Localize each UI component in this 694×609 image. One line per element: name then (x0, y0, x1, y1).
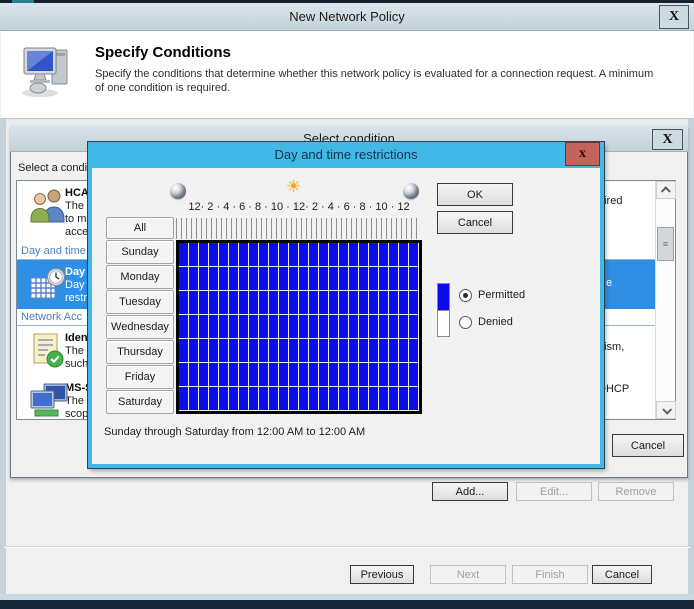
day-button-wednesday[interactable]: Wednesday (106, 315, 174, 339)
window-border-left (0, 118, 6, 600)
day-button-monday[interactable]: Monday (106, 265, 174, 289)
chevron-down-icon (661, 404, 672, 415)
page-description-line2: of one condition is required. (95, 82, 231, 94)
denied-radio-label: Denied (478, 316, 513, 328)
scrollbar-thumb[interactable]: ≡ (657, 227, 674, 261)
denied-radio[interactable] (459, 316, 472, 329)
day-button-saturday[interactable]: Saturday (106, 390, 174, 414)
wizard-close-button[interactable]: X (659, 5, 689, 29)
users-icon (29, 186, 67, 226)
schedule-status-text: Sunday through Saturday from 12:00 AM to… (104, 426, 366, 438)
select-condition-instruction: Select a condit (18, 162, 91, 174)
scroll-up-button[interactable] (656, 181, 676, 199)
permitted-radio-label: Permitted (478, 289, 526, 301)
screen: New Network Policy X Specify Conditions … (0, 0, 694, 609)
page-description-line1: Specify the conditions that determine wh… (95, 68, 654, 80)
day-time-title: Day and time restrictions (274, 147, 418, 162)
finish-button: Finish (512, 565, 588, 584)
hour-tick-marks[interactable] (176, 218, 417, 239)
desktop-bottom-strip (0, 600, 694, 609)
schedule-grid[interactable] (176, 240, 422, 414)
cancel-button[interactable]: Cancel (592, 565, 652, 584)
condition-list-scrollbar[interactable]: ≡ (655, 181, 676, 419)
moon-icon (170, 183, 186, 199)
day-button-sunday[interactable]: Sunday (106, 240, 174, 264)
calendar-clock-icon (29, 265, 67, 305)
window-border-right (688, 118, 694, 600)
denied-color-swatch (437, 310, 450, 337)
ok-button[interactable]: OK (437, 183, 513, 206)
remove-condition-button: Remove (598, 482, 674, 501)
select-condition-close-button[interactable]: X (652, 129, 683, 150)
permitted-color-swatch (437, 283, 450, 310)
day-button-all[interactable]: All (106, 217, 174, 239)
day-button-column: All Sunday Monday Tuesday Wednesday Thursday F… (106, 217, 174, 415)
certificate-icon (29, 331, 67, 371)
footer-divider (4, 546, 690, 548)
scroll-down-button[interactable] (656, 401, 676, 419)
hour-scale-labels: 12· 2 · 4 · 6 · 8 · 10 · 12· 2 · 4 · 6 ·… (188, 201, 410, 213)
add-condition-button[interactable]: Add... (432, 482, 508, 501)
day-button-tuesday[interactable]: Tuesday (106, 290, 174, 314)
chevron-up-icon (660, 185, 671, 196)
day-button-thursday[interactable]: Thursday (106, 340, 174, 364)
day-time-close-button[interactable]: x (565, 142, 600, 166)
edit-condition-button: Edit... (516, 482, 592, 501)
day-time-cancel-button[interactable]: Cancel (437, 211, 513, 234)
sun-icon: ☀ (286, 177, 302, 196)
computers-icon (29, 381, 68, 419)
permitted-radio[interactable] (459, 289, 472, 302)
day-button-friday[interactable]: Friday (106, 365, 174, 389)
clipped-text-fragment: e (606, 277, 613, 289)
select-condition-cancel-button[interactable]: Cancel (612, 434, 684, 457)
page-title: Specify Conditions (95, 44, 231, 61)
next-button: Next (430, 565, 506, 584)
previous-button[interactable]: Previous (350, 565, 414, 584)
wizard-title: New Network Policy (289, 9, 405, 24)
computer-icon (18, 44, 76, 98)
wizard-background-band (6, 119, 688, 126)
moon-icon (403, 183, 419, 199)
